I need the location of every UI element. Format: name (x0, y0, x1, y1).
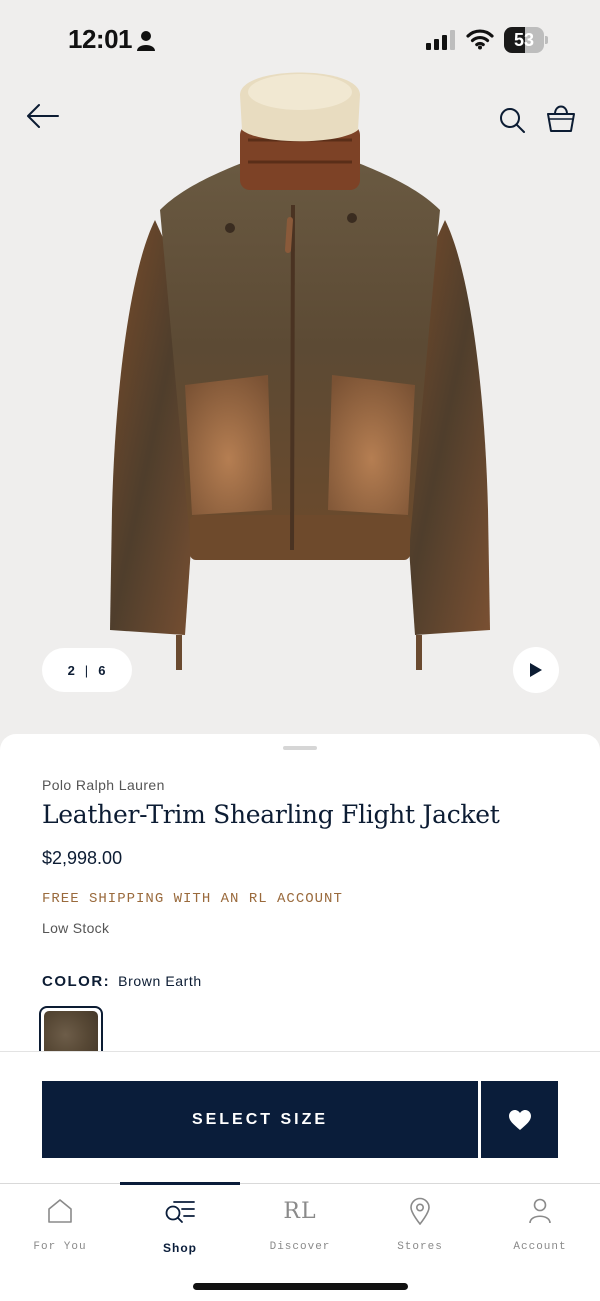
tab-account[interactable]: Account (480, 1196, 600, 1256)
person-icon (529, 1198, 551, 1224)
shop-search-icon (165, 1201, 195, 1223)
image-counter: 2 | 6 (42, 648, 132, 692)
product-price: $2,998.00 (42, 848, 123, 868)
tab-label: Account (513, 1241, 567, 1253)
back-arrow-icon[interactable] (26, 102, 60, 130)
image-counter-total: 6 (98, 662, 107, 678)
rl-logo-icon: RL (283, 1198, 317, 1224)
signal-icon (426, 30, 455, 50)
shipping-promo[interactable]: FREE SHIPPING WITH AN RL ACCOUNT (42, 891, 343, 907)
tab-label: Discover (269, 1241, 331, 1253)
tab-bar: For You Shop RL Discover Stores Account (0, 1182, 600, 1301)
color-value: Brown Earth (118, 973, 202, 989)
status-bar: 12:01 53 (0, 0, 600, 80)
tab-label: For You (33, 1241, 87, 1253)
home-indicator[interactable] (193, 1283, 408, 1290)
shopping-bag-icon[interactable] (546, 102, 576, 134)
active-tab-indicator (120, 1182, 240, 1185)
tab-shop[interactable]: Shop (120, 1196, 240, 1256)
battery-icon: 53 (504, 27, 548, 53)
tab-for-you[interactable]: For You (0, 1196, 120, 1256)
stock-status: Low Stock (42, 920, 110, 936)
search-icon[interactable] (498, 106, 528, 136)
color-row: COLOR: Brown Earth (42, 973, 202, 990)
heart-icon (508, 1109, 531, 1130)
play-button[interactable] (513, 647, 559, 693)
tab-stores[interactable]: Stores (360, 1196, 480, 1256)
action-bar: SELECT SIZE (0, 1051, 600, 1183)
home-icon (48, 1199, 72, 1223)
product-gallery[interactable]: 12:01 53 2 | 6 (0, 0, 600, 760)
play-icon (530, 663, 542, 677)
wishlist-button[interactable] (481, 1081, 558, 1158)
location-pin-icon (410, 1197, 430, 1225)
tab-label: Stores (397, 1241, 443, 1253)
person-icon (137, 31, 155, 51)
product-title: Leather-Trim Shearling Flight Jacket (42, 800, 500, 829)
image-counter-separator: | (84, 662, 90, 678)
tab-label: Shop (163, 1241, 197, 1255)
battery-level: 53 (513, 30, 535, 50)
status-time: 12:01 (68, 24, 133, 54)
color-label: COLOR: (42, 973, 111, 990)
image-counter-current: 2 (67, 662, 76, 678)
product-image[interactable] (100, 70, 500, 680)
select-size-button[interactable]: SELECT SIZE (42, 1081, 478, 1158)
sheet-handle[interactable] (283, 746, 317, 750)
product-brand: Polo Ralph Lauren (42, 777, 165, 793)
tab-discover[interactable]: RL Discover (240, 1196, 360, 1256)
wifi-icon (466, 29, 494, 50)
